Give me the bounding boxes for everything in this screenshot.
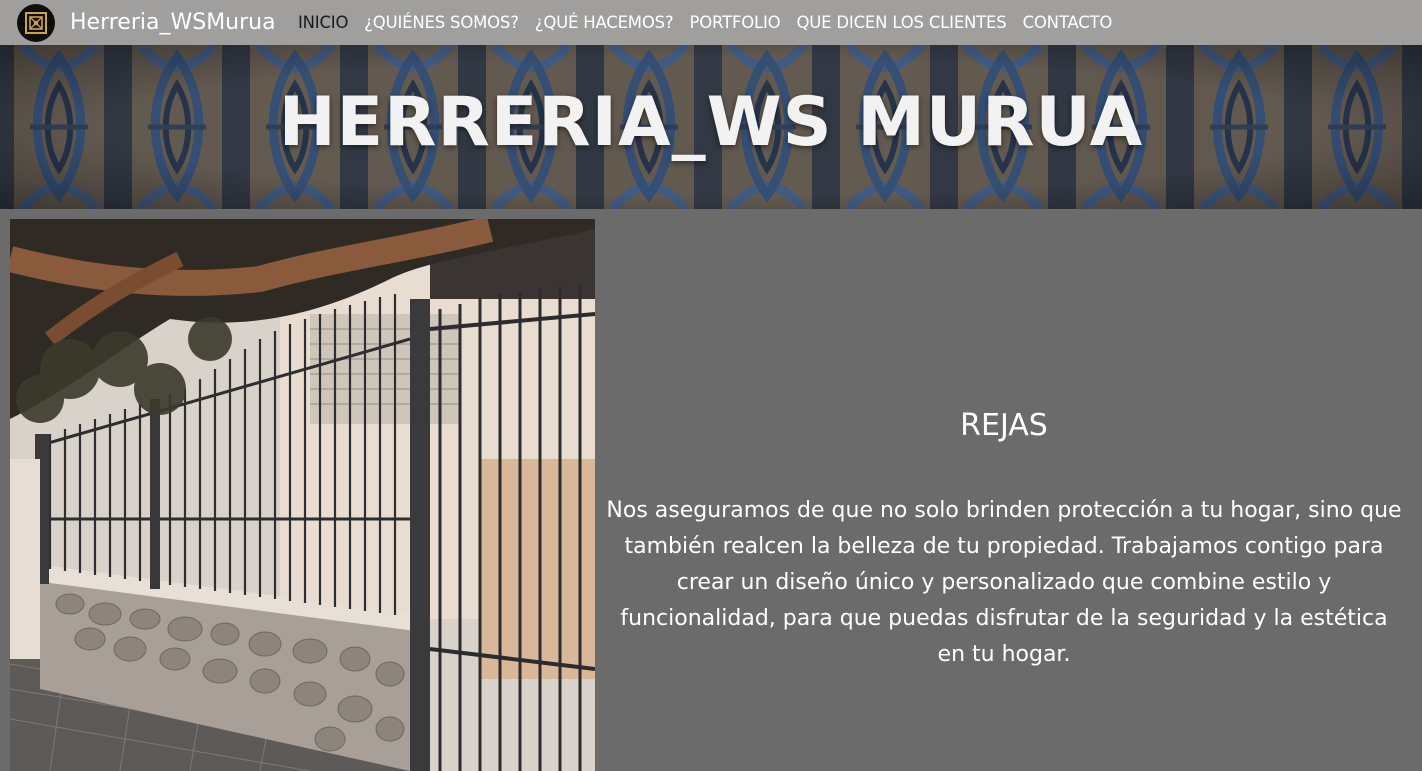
rejas-photo: [10, 219, 595, 771]
nav-item-portfolio[interactable]: PORTFOLIO: [681, 12, 788, 34]
nav-item-contacto[interactable]: CONTACTO: [1015, 12, 1121, 34]
rejas-section: REJAS Nos aseguramos de que no solo brin…: [600, 219, 1408, 771]
brand-logo-icon[interactable]: [17, 4, 55, 42]
nav-item-inicio[interactable]: INICIO: [290, 12, 356, 34]
nav-menu: INICIO ¿QUIÉNES SOMOS? ¿QUÉ HACEMOS? POR…: [290, 12, 1120, 34]
brand-name-link[interactable]: Herreria_WSMurua: [70, 9, 276, 37]
hero-banner: HERRERIA_WS MURUA: [0, 45, 1422, 209]
nav-item-que-hacemos[interactable]: ¿QUÉ HACEMOS?: [527, 12, 682, 34]
hero-title: HERRERIA_WS MURUA: [278, 83, 1144, 162]
nav-item-clientes[interactable]: QUE DICEN LOS CLIENTES: [788, 12, 1014, 34]
section-title: REJAS: [960, 408, 1048, 443]
nav-item-quienes-somos[interactable]: ¿QUIÉNES SOMOS?: [356, 12, 527, 34]
section-description: Nos aseguramos de que no solo brinden pr…: [606, 498, 1402, 667]
top-navbar: Herreria_WSMurua INICIO ¿QUIÉNES SOMOS? …: [0, 0, 1422, 45]
